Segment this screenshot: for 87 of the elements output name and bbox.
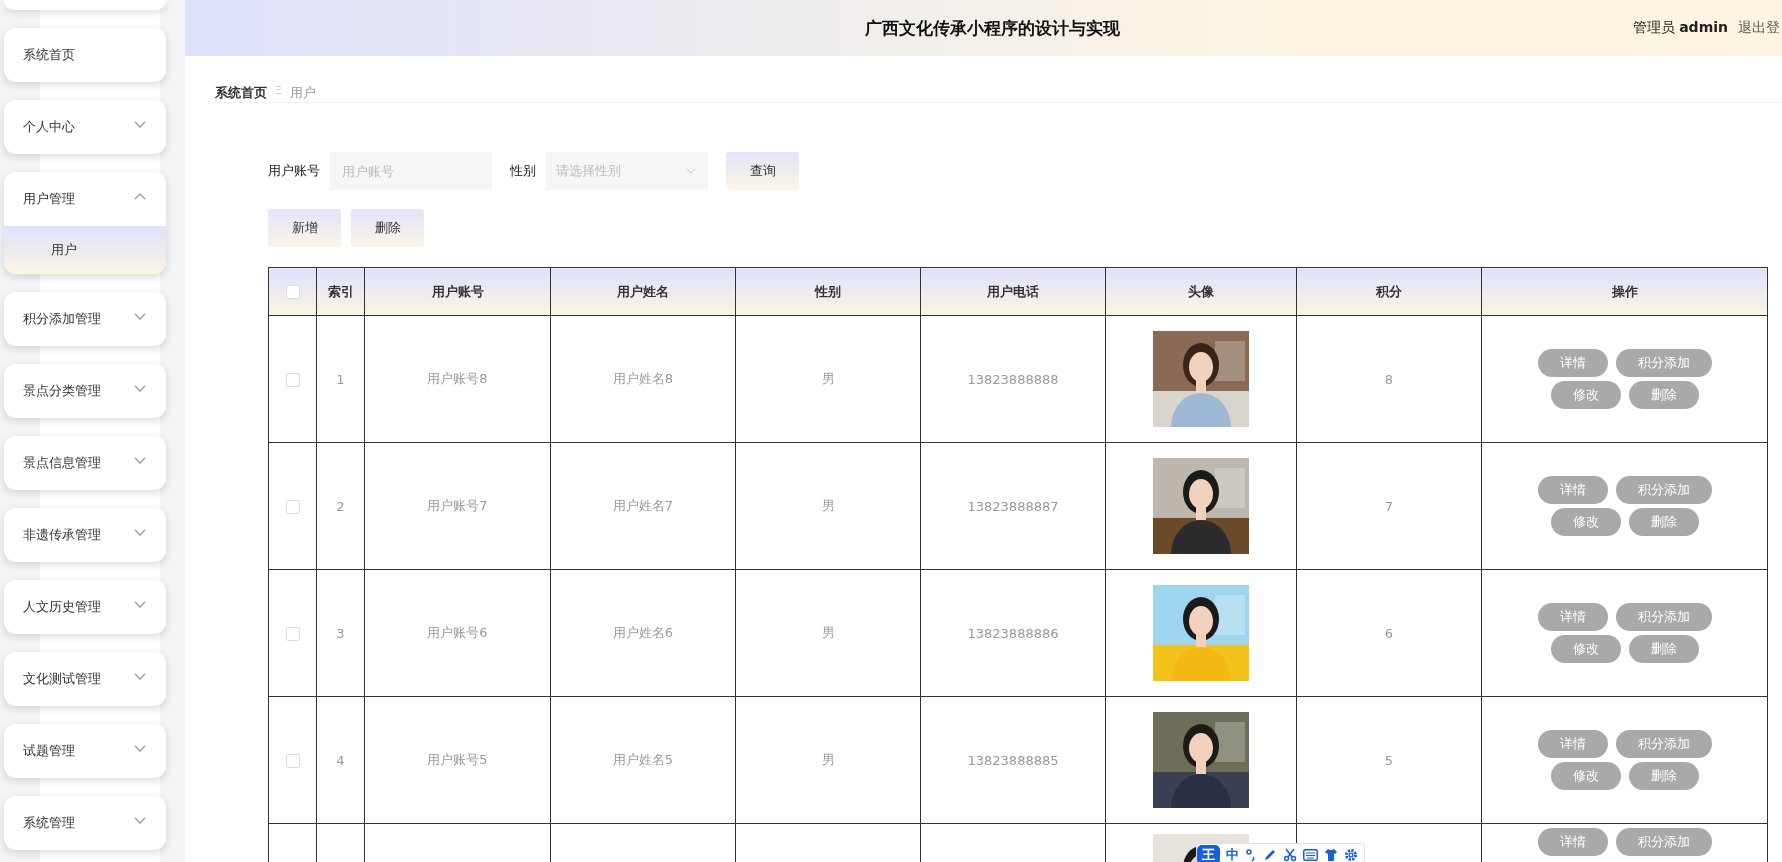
row-action-button[interactable]: 详情 xyxy=(1537,828,1608,856)
row-action-button[interactable]: 积分添加 xyxy=(1615,730,1712,758)
row-action-button[interactable]: 详情 xyxy=(1537,349,1608,377)
row-action-button[interactable]: 积分添加 xyxy=(1615,828,1712,856)
menu-item[interactable]: 人文历史管理 xyxy=(4,580,166,634)
ime-logo[interactable]: 王 xyxy=(1197,845,1220,862)
punctuation-icon[interactable] xyxy=(1245,848,1257,862)
table-cell: 男 xyxy=(821,625,835,640)
table-cell: 用户姓名8 xyxy=(612,371,674,386)
keyboard-icon[interactable] xyxy=(1303,849,1318,861)
menu-item[interactable]: 用户管理 xyxy=(4,172,166,226)
header-cell: 性别 xyxy=(735,267,921,316)
query-button[interactable]: 查询 xyxy=(726,152,799,190)
breadcrumb-link[interactable]: 系统首页 xyxy=(215,84,267,102)
row-action-button[interactable]: 积分添加 xyxy=(1615,476,1712,504)
settings-icon[interactable] xyxy=(1344,848,1358,862)
checkbox[interactable] xyxy=(285,753,300,768)
table-cell: 6 xyxy=(1384,625,1394,641)
table-cell: 男 xyxy=(821,371,835,386)
table-cell: 4 xyxy=(336,752,345,768)
table-cell: 7 xyxy=(1384,498,1394,514)
row-action-button[interactable]: 详情 xyxy=(1537,476,1608,504)
menu-item[interactable]: 系统首页 xyxy=(4,28,166,82)
action-button[interactable]: 新增 xyxy=(268,209,341,247)
header-cell: 用户姓名 xyxy=(550,267,736,316)
table-cell: 用户姓名5 xyxy=(612,752,674,767)
menu-item[interactable]: 个人中心 xyxy=(4,100,166,154)
row-action-button[interactable]: 删除 xyxy=(1628,762,1699,790)
table-cell: 用户账号8 xyxy=(427,371,488,386)
table-cell: 8 xyxy=(1384,371,1394,387)
submenu-item[interactable]: 用户 xyxy=(4,226,166,274)
user-label: 管理员 admin xyxy=(1632,19,1728,37)
table-cell: 2 xyxy=(336,498,345,514)
menu-item[interactable]: 非遗传承管理 xyxy=(4,508,166,562)
row-action-button[interactable]: 详情 xyxy=(1537,730,1608,758)
table-cell: 男 xyxy=(821,498,835,513)
field-label: 用户账号 xyxy=(268,162,320,180)
shirt-icon[interactable] xyxy=(1324,848,1338,862)
site-title: 广西文化传承小程序的设计与实现 xyxy=(865,16,1120,40)
table-cell: 用户账号7 xyxy=(427,498,488,513)
checkbox[interactable] xyxy=(285,499,300,514)
table-cell: 3 xyxy=(336,625,345,641)
menu-item[interactable]: 景点信息管理 xyxy=(4,436,166,490)
header-cell: 积分 xyxy=(1296,267,1482,316)
breadcrumb-link[interactable]: 用户 xyxy=(289,84,316,102)
pen-icon[interactable] xyxy=(1263,848,1277,862)
table-cell: 13823888886 xyxy=(967,625,1059,641)
table-cell: 13823888888 xyxy=(967,371,1059,387)
table-cell: 用户姓名6 xyxy=(612,625,674,640)
checkbox[interactable] xyxy=(285,372,300,387)
row-action-button[interactable]: 修改 xyxy=(1550,381,1621,409)
chevron-down-icon xyxy=(686,168,696,174)
header-cell: 用户电话 xyxy=(920,267,1106,316)
row-action-button[interactable]: 积分添加 xyxy=(1615,349,1712,377)
header-cell: 头像 xyxy=(1105,267,1297,316)
menu-item[interactable]: 文化测试管理 xyxy=(4,652,166,706)
header-cell: 用户账号 xyxy=(364,267,551,316)
table-cell: 用户账号5 xyxy=(427,752,488,767)
table-cell: 5 xyxy=(1384,752,1394,768)
table-cell: 1 xyxy=(336,371,345,387)
input-mode-toggle[interactable]: 中 xyxy=(1226,846,1239,862)
account-field[interactable]: 用户账号 xyxy=(330,152,492,190)
checkbox[interactable] xyxy=(285,285,300,300)
table-cell: 男 xyxy=(821,752,835,767)
scissors-icon[interactable] xyxy=(1283,848,1297,862)
row-action-button[interactable]: 修改 xyxy=(1550,762,1621,790)
field-label: 性别 xyxy=(510,162,536,180)
menu-item[interactable]: 系统管理 xyxy=(4,796,166,850)
table-cell: 用户姓名7 xyxy=(612,498,674,513)
row-action-button[interactable]: 修改 xyxy=(1550,635,1621,663)
header-cell: 索引 xyxy=(316,267,365,316)
table-cell: 用户账号6 xyxy=(427,625,488,640)
row-action-button[interactable]: 修改 xyxy=(1550,508,1621,536)
row-action-button[interactable]: 详情 xyxy=(1537,603,1608,631)
row-action-button[interactable]: 积分添加 xyxy=(1615,603,1712,631)
menu-item[interactable]: 试题管理 xyxy=(4,724,166,778)
table-cell: 13823888887 xyxy=(967,498,1059,514)
checkbox[interactable] xyxy=(285,626,300,641)
row-action-button[interactable]: 删除 xyxy=(1628,635,1699,663)
action-button[interactable]: 删除 xyxy=(351,209,424,247)
table-cell: 13823888885 xyxy=(967,752,1059,768)
row-action-button[interactable]: 删除 xyxy=(1628,508,1699,536)
menu-item[interactable]: 景点分类管理 xyxy=(4,364,166,418)
menu-item[interactable]: 积分添加管理 xyxy=(4,292,166,346)
header-cell: 操作 xyxy=(1481,267,1768,316)
logout-link[interactable]: 退出登 xyxy=(1738,19,1780,37)
row-action-button[interactable]: 删除 xyxy=(1628,381,1699,409)
